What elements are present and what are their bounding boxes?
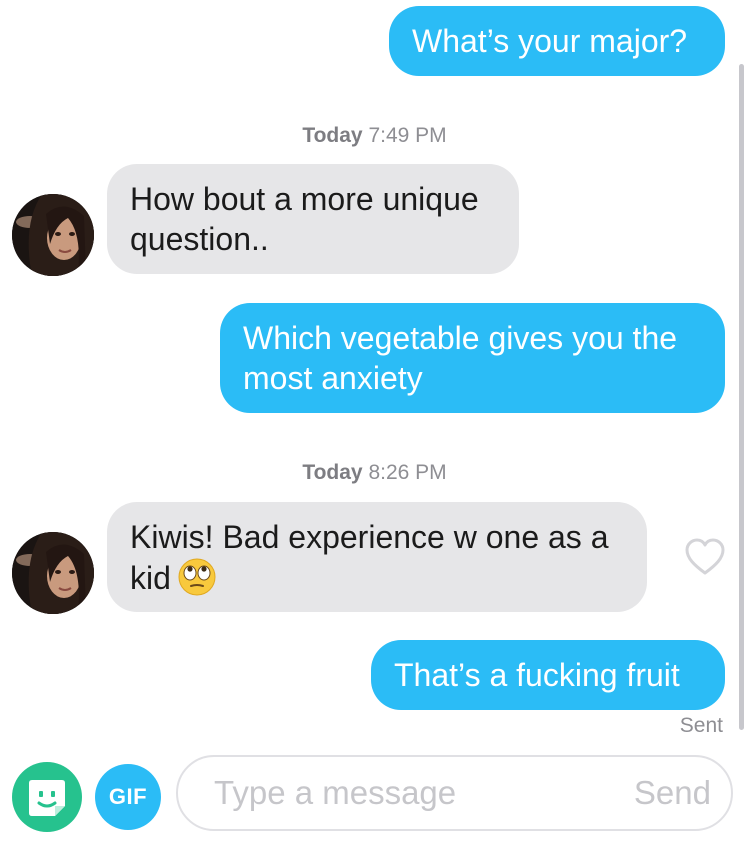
timestamp-time: 7:49 PM <box>368 124 447 147</box>
heart-outline-icon[interactable] <box>684 537 726 577</box>
message-text: How bout a more unique question.. <box>130 181 479 257</box>
message-bubble-incoming[interactable]: How bout a more unique question.. <box>107 164 519 274</box>
timestamp: Today 7:49 PM <box>0 124 749 148</box>
sticker-face-icon <box>29 780 65 816</box>
message-text: What’s your major? <box>412 23 688 59</box>
timestamp-day: Today <box>302 461 363 484</box>
message-text: Which vegetable gives you the most anxie… <box>243 320 678 396</box>
timestamp: Today 8:26 PM <box>0 461 749 485</box>
scrollbar[interactable] <box>739 64 744 730</box>
timestamp-day: Today <box>302 124 363 147</box>
avatar-photo <box>12 532 94 614</box>
sticker-button[interactable] <box>12 762 82 832</box>
message-bubble-outgoing[interactable]: Which vegetable gives you the most anxie… <box>220 303 725 413</box>
chat-screen: What’s your major? Today 7:49 PM How bou… <box>0 0 749 847</box>
gif-button[interactable]: GIF <box>95 764 161 830</box>
gif-label: GIF <box>108 784 148 809</box>
message-bubble-incoming[interactable]: Kiwis! Bad experience w one as a kid <box>107 502 647 612</box>
message-bubble-outgoing[interactable]: What’s your major? <box>389 6 725 76</box>
avatar-photo <box>12 194 94 276</box>
message-input[interactable] <box>214 767 604 819</box>
message-bubble-outgoing[interactable]: That’s a fucking fruit <box>371 640 725 710</box>
timestamp-time: 8:26 PM <box>368 461 447 484</box>
sent-status: Sent <box>679 714 723 737</box>
message-composer: Send <box>176 755 733 831</box>
send-button[interactable]: Send <box>634 774 711 812</box>
message-text: That’s a fucking fruit <box>394 657 680 693</box>
rolling-eyes-emoji <box>177 557 217 597</box>
avatar[interactable] <box>12 532 94 614</box>
avatar[interactable] <box>12 194 94 276</box>
